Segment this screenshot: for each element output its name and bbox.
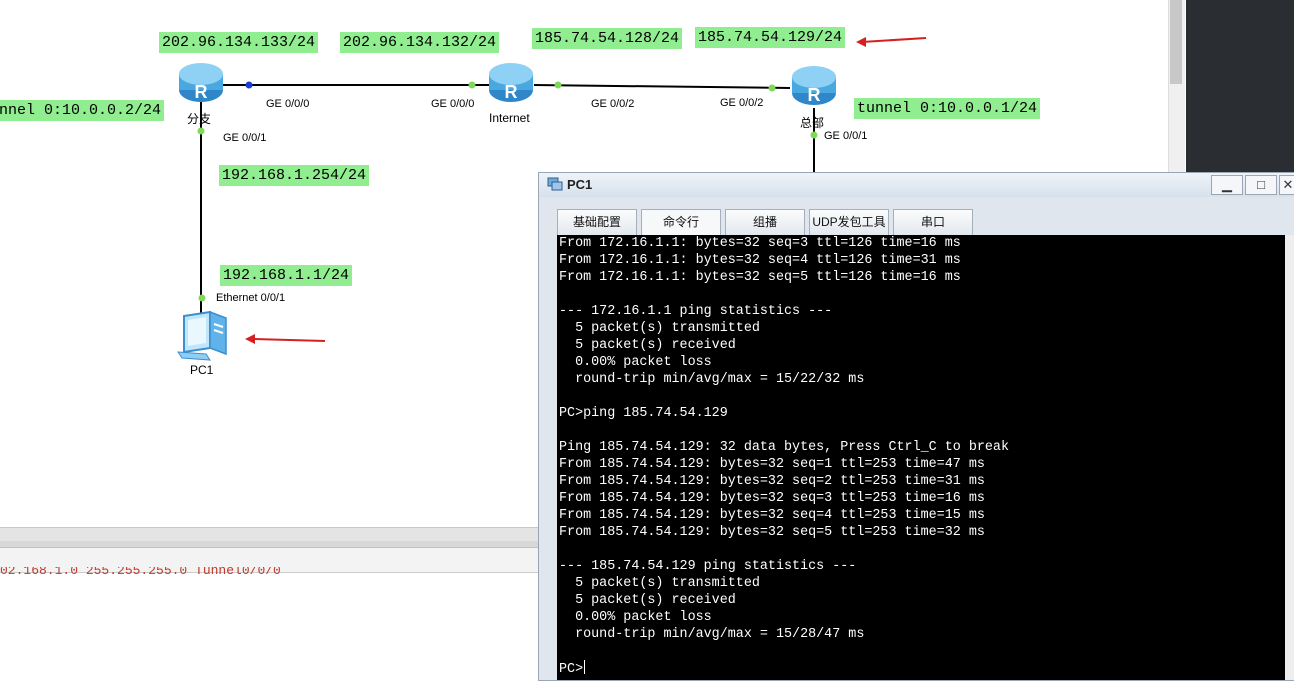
- canvas-horizontal-scrollbar[interactable]: [0, 527, 540, 542]
- side-panel: [1186, 0, 1294, 172]
- link-internet-hq[interactable]: [533, 84, 791, 89]
- router-icon-branch[interactable]: R: [177, 60, 225, 106]
- console-prompt: PC>: [559, 660, 586, 677]
- console-line: --- 172.16.1.1 ping statistics ---: [559, 304, 833, 319]
- device-name-hq: 总部: [800, 116, 825, 130]
- router-icon-hq[interactable]: R: [790, 63, 838, 109]
- port-dot-internet-ge000: [468, 81, 476, 89]
- port-dot-internet-ge002: [554, 81, 562, 89]
- annotation-arrow-pc1: [245, 334, 326, 344]
- console-line: From 185.74.54.129: bytes=32 seq=3 ttl=2…: [559, 491, 985, 506]
- console-line: 5 packet(s) transmitted: [559, 321, 760, 336]
- console-line: From 185.74.54.129: bytes=32 seq=2 ttl=2…: [559, 474, 985, 489]
- port-dot-branch-ge000: [245, 81, 253, 89]
- tab-basic-config[interactable]: 基础配置: [557, 209, 637, 235]
- ip-label-branch-wan: 202.96.134.133/24: [159, 32, 319, 53]
- ip-label-hq-wan: 185.74.54.129/24: [695, 27, 846, 48]
- console-line: --- 185.74.54.129 ping statistics ---: [559, 559, 857, 574]
- console-line: Ping 185.74.54.129: 32 data bytes, Press…: [559, 440, 1009, 455]
- text-cursor: [584, 660, 586, 674]
- console-line: From 172.16.1.1: bytes=32 seq=4 ttl=126 …: [559, 253, 961, 268]
- console-line: round-trip min/avg/max = 15/22/32 ms: [559, 372, 865, 387]
- tunnel-label-hq: tunnel 0:10.0.0.1/24: [854, 98, 1041, 119]
- console-line: round-trip min/avg/max = 15/28/47 ms: [559, 627, 865, 642]
- console-line: From 185.74.54.129: bytes=32 seq=1 ttl=2…: [559, 457, 985, 472]
- window-titlebar[interactable]: PC1 ▁ □ ✕: [539, 173, 1294, 197]
- port-dot-branch-ge001: [197, 127, 205, 135]
- port-label-pc1-eth: Ethernet 0/0/1: [216, 292, 286, 304]
- port-dot-hq-ge002: [768, 84, 776, 92]
- console-line: 5 packet(s) received: [559, 593, 736, 608]
- port-label-branch-ge000: GE 0/0/0: [266, 98, 310, 110]
- minimize-button[interactable]: ▁: [1211, 175, 1243, 195]
- ip-label-internet-ge002: 185.74.54.128/24: [532, 28, 683, 49]
- port-label-internet-ge000: GE 0/0/0: [431, 98, 475, 110]
- ip-label-internet-ge000: 202.96.134.132/24: [340, 32, 500, 53]
- ip-label-branch-lan: 192.168.1.254/24: [219, 165, 370, 186]
- port-label-internet-ge002: GE 0/0/2: [591, 98, 635, 110]
- device-name-internet: Internet: [489, 111, 530, 125]
- console-line: 0.00% packet loss: [559, 610, 712, 625]
- console-line: From 185.74.54.129: bytes=32 seq=4 ttl=2…: [559, 508, 985, 523]
- router-icon-internet[interactable]: R: [487, 60, 535, 106]
- console-output[interactable]: From 172.16.1.1: bytes=32 seq=3 ttl=126 …: [557, 235, 1285, 680]
- port-dot-pc1-eth: [198, 294, 206, 302]
- ip-label-pc1: 192.168.1.1/24: [220, 265, 353, 286]
- pc1-window[interactable]: PC1 ▁ □ ✕ 基础配置 命令行 组播 UDP发包工具 串口 From 17…: [538, 172, 1294, 681]
- port-label-branch-ge001: GE 0/0/1: [223, 132, 267, 144]
- maximize-button[interactable]: □: [1245, 175, 1277, 195]
- bottom-pane-text: 02.168.1.0 255.255.255.0 Tunnel0/0/0: [0, 567, 281, 578]
- tunnel-label-branch: tunnel 0:10.0.0.2/24: [0, 100, 165, 121]
- port-label-hq-ge001: GE 0/0/1: [824, 130, 868, 142]
- console-scrollbar[interactable]: [1285, 235, 1294, 680]
- svg-text:R: R: [808, 85, 821, 105]
- pc-icon[interactable]: [176, 310, 230, 362]
- pc-window-icon: [547, 177, 563, 191]
- svg-text:R: R: [505, 82, 518, 102]
- port-dot-hq-ge001: [810, 131, 818, 139]
- console-line: From 172.16.1.1: bytes=32 seq=3 ttl=126 …: [559, 236, 961, 251]
- svg-text:R: R: [195, 82, 208, 102]
- device-name-branch: 分支: [187, 112, 212, 126]
- port-label-hq-ge002: GE 0/0/2: [720, 97, 764, 109]
- bottom-output-pane: 02.168.1.0 255.255.255.0 Tunnel0/0/0: [0, 547, 540, 680]
- console-line: 0.00% packet loss: [559, 355, 712, 370]
- tab-serial[interactable]: 串口: [893, 209, 973, 235]
- window-title: PC1: [567, 177, 593, 192]
- annotation-arrow-hq: [856, 37, 927, 47]
- console-line: From 172.16.1.1: bytes=32 seq=5 ttl=126 …: [559, 270, 961, 285]
- tab-multicast[interactable]: 组播: [725, 209, 805, 235]
- console-line: 5 packet(s) transmitted: [559, 576, 760, 591]
- tab-udp-tool[interactable]: UDP发包工具: [809, 209, 889, 235]
- tab-command-line[interactable]: 命令行: [641, 209, 721, 235]
- device-name-pc1: PC1: [190, 363, 214, 377]
- canvas-scroll-thumb[interactable]: [1170, 0, 1182, 84]
- console-line: From 185.74.54.129: bytes=32 seq=5 ttl=2…: [559, 525, 985, 540]
- console-line: 5 packet(s) received: [559, 338, 736, 353]
- console-line: PC>ping 185.74.54.129: [559, 406, 728, 421]
- close-button[interactable]: ✕: [1279, 175, 1294, 195]
